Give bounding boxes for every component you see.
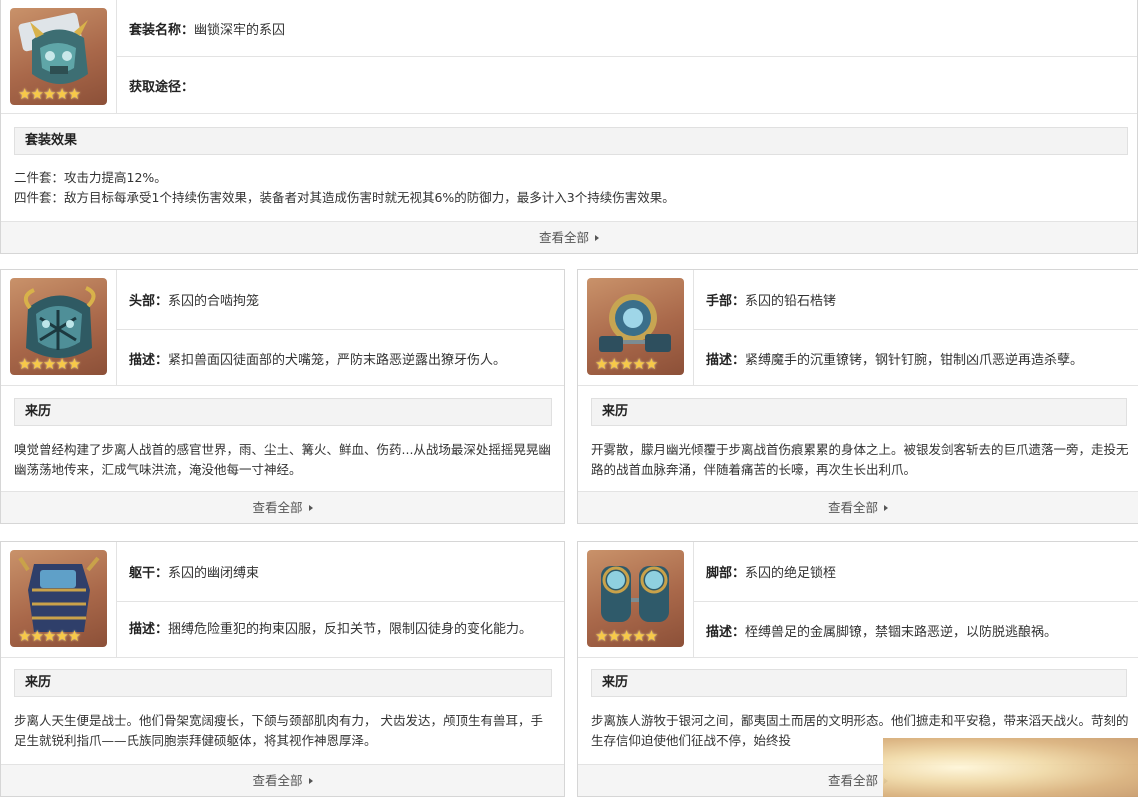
set-header: ★★★★★ 套装名称： 幽锁深牢的系囚 获取途径： (1, 0, 1137, 114)
piece-name-row: 脚部： 系囚的绝足锁桎 (694, 542, 1138, 602)
caret-right-icon (884, 505, 888, 511)
piece-desc: 捆缚危险重犯的拘束囚服，反扣关节，限制囚徒身的变化能力。 (168, 622, 533, 637)
piece-card-hands: ★★★★★ 手部： 系囚的铅石梏铐 描述： 紧缚魔手的沉重镣铐，钢针钉腕，钳制凶… (577, 269, 1138, 524)
effect-2pc: 二件套：攻击力提高12%。 (14, 170, 167, 185)
caret-right-icon (595, 235, 599, 241)
piece-header: ★★★★★ 头部： 系囚的合啮拘笼 描述： 紧扣兽面囚徒面部的犬嘴笼，严防末路恶… (1, 270, 564, 386)
piece-desc: 紧扣兽面囚徒面部的犬嘴笼，严防末路恶逆露出獠牙伤人。 (168, 352, 507, 368)
piece-desc: 紧缚魔手的沉重镣铐，钢针钉腕，钳制凶爪恶逆再造杀孽。 (745, 352, 1084, 368)
set-panel: ★★★★★ 套装名称： 幽锁深牢的系囚 获取途径： 套装效果 二件套：攻击力提高… (0, 0, 1138, 254)
caret-right-icon (308, 778, 313, 784)
history-text: 开雾散，朦月幽光倾覆于步离战首伤痕累累的身体之上。被银发剑客斩去的巨爪遗落一旁，… (591, 442, 1129, 477)
piece-icon-cell: ★★★★★ (578, 542, 694, 658)
view-all-label: 查看全部 (827, 773, 878, 788)
piece-header: ★★★★★ 脚部： 系囚的绝足锁桎 描述： 桎缚兽足的金属脚镣，禁锢末路恶逆，以… (578, 542, 1138, 658)
slot-label: 脚部： (706, 566, 746, 581)
slot-label: 躯干： (129, 566, 169, 581)
history-title: 来历 (591, 669, 1127, 697)
piece-desc-wrap: 描述：捆缚危险重犯的拘束囚服，反扣关节，限制囚徒身的变化能力。 (129, 620, 549, 640)
piece-icon-cell: ★★★★★ (1, 542, 117, 658)
history-text: 嗅觉曾经构建了步离人战首的感官世界，雨、尘土、篝火、鲜血、伤药...从战场最深处… (14, 442, 551, 477)
piece-name-row: 手部： 系囚的铅石梏铐 (694, 270, 1138, 330)
rarity-stars: ★★★★★ (18, 355, 81, 373)
desc-label: 描述： (706, 352, 746, 368)
view-all-label: 查看全部 (538, 230, 589, 245)
view-all-button[interactable]: 查看全部 (1, 491, 564, 523)
slot-label: 头部： (129, 294, 169, 309)
piece-name: 系囚的铅石梏铐 (745, 294, 837, 309)
piece-name: 系囚的幽闭缚束 (168, 566, 260, 581)
shackle-icon: ★★★★★ (587, 278, 684, 375)
history-title: 来历 (14, 398, 552, 426)
piece-icon-cell: ★★★★★ (1, 270, 117, 386)
desc-label: 描述： (129, 352, 169, 368)
piece-desc-row: 描述： 紧扣兽面囚徒面部的犬嘴笼，严防末路恶逆露出獠牙伤人。 (117, 330, 564, 386)
history-text: 步离人天生便是战士。他们骨架宽阔瘦长，下颌与颈部肌肉有力， 犬齿发达，颅顶生有兽… (14, 713, 543, 748)
view-all-button[interactable]: 查看全部 (578, 491, 1138, 523)
set-name-value: 幽锁深牢的系囚 (194, 22, 286, 38)
set-source-row: 获取途径： (117, 57, 1137, 114)
piece-desc-row: 描述： 紧缚魔手的沉重镣铐，钢针钉腕，钳制凶爪恶逆再造杀孽。 (694, 330, 1138, 386)
piece-name-row: 躯干： 系囚的幽闭缚束 (117, 542, 564, 602)
straitjacket-icon: ★★★★★ (10, 550, 107, 647)
piece-desc: 桎缚兽足的金属脚镣，禁锢末路恶逆，以防脱逃酿祸。 (745, 624, 1058, 640)
piece-desc-row: 描述： 桎缚兽足的金属脚镣，禁锢末路恶逆，以防脱逃酿祸。 (694, 602, 1138, 658)
caret-right-icon (308, 505, 313, 511)
history-title: 来历 (14, 669, 552, 697)
watermark-overlay (883, 738, 1138, 797)
view-all-label: 查看全部 (827, 500, 878, 515)
set-name-row: 套装名称： 幽锁深牢的系囚 (117, 0, 1137, 57)
view-all-label: 查看全部 (252, 773, 303, 788)
rarity-stars: ★★★★★ (595, 355, 658, 373)
rarity-stars: ★★★★★ (18, 627, 81, 645)
view-all-button[interactable]: 查看全部 (1, 764, 564, 796)
piece-desc-row: 描述：捆缚危险重犯的拘束囚服，反扣关节，限制囚徒身的变化能力。 (117, 602, 564, 658)
set-effects-title: 套装效果 (14, 127, 1128, 155)
set-icon-cell: ★★★★★ (1, 0, 117, 114)
mask-helmet-icon: ★★★★★ (10, 8, 107, 105)
piece-card-body: ★★★★★ 躯干： 系囚的幽闭缚束 描述：捆缚危险重犯的拘束囚服，反扣关节，限制… (0, 541, 565, 797)
piece-name: 系囚的绝足锁桎 (745, 566, 837, 581)
rarity-stars: ★★★★★ (18, 85, 81, 103)
muzzle-cage-icon: ★★★★★ (10, 278, 107, 375)
piece-header: ★★★★★ 躯干： 系囚的幽闭缚束 描述：捆缚危险重犯的拘束囚服，反扣关节，限制… (1, 542, 564, 658)
slot-label: 手部： (706, 294, 746, 309)
piece-name: 系囚的合啮拘笼 (168, 294, 260, 309)
piece-name-row: 头部： 系囚的合啮拘笼 (117, 270, 564, 330)
desc-label: 描述： (706, 624, 746, 640)
piece-header: ★★★★★ 手部： 系囚的铅石梏铐 描述： 紧缚魔手的沉重镣铐，钢针钉腕，钳制凶… (578, 270, 1138, 386)
history-title: 来历 (591, 398, 1127, 426)
effect-4pc: 四件套：敌方目标每承受1个持续伤害效果，装备者对其造成伤害时就无视其6%的防御力… (14, 190, 675, 205)
piece-icon-cell: ★★★★★ (578, 270, 694, 386)
rarity-stars: ★★★★★ (595, 627, 658, 645)
view-all-label: 查看全部 (252, 500, 303, 515)
set-effects-text: 二件套：攻击力提高12%。 四件套：敌方目标每承受1个持续伤害效果，装备者对其造… (14, 168, 675, 208)
leg-iron-icon: ★★★★★ (587, 550, 684, 647)
set-name-label: 套装名称： (129, 22, 195, 38)
piece-card-head: ★★★★★ 头部： 系囚的合啮拘笼 描述： 紧扣兽面囚徒面部的犬嘴笼，严防末路恶… (0, 269, 565, 524)
set-source-label: 获取途径： (129, 80, 195, 95)
view-all-button[interactable]: 查看全部 (1, 221, 1137, 253)
desc-label: 描述： (129, 622, 169, 637)
